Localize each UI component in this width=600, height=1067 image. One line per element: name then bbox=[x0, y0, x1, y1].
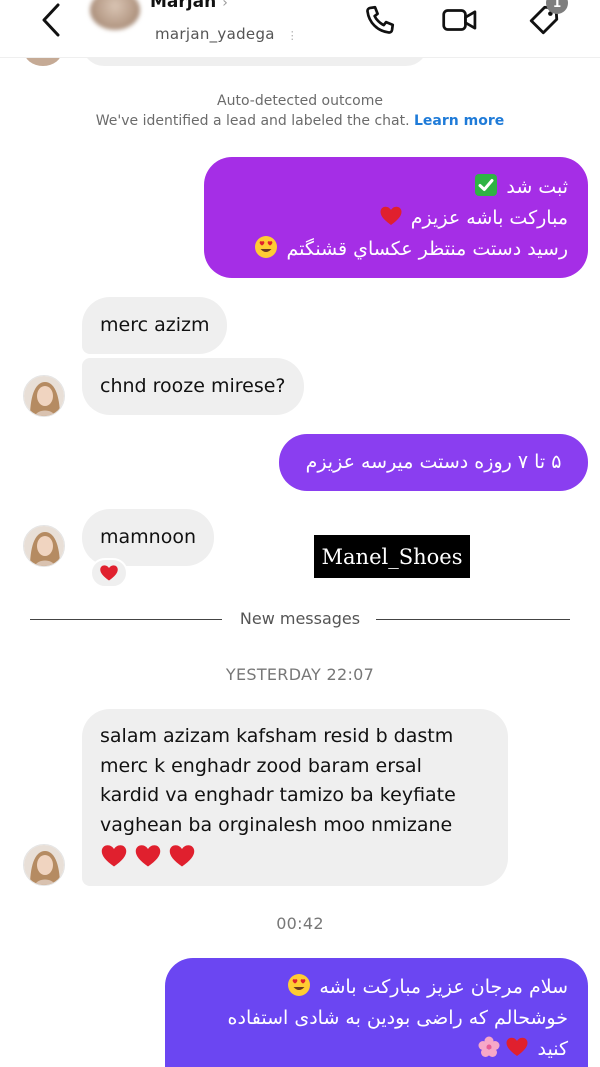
heart-emoji-icon bbox=[505, 1035, 529, 1059]
divider-line bbox=[30, 619, 222, 620]
message-line: رسید دستت منتظر عکساي قشنگتم bbox=[222, 234, 568, 265]
contact-handle[interactable]: marjan_yadega ⋮ bbox=[155, 25, 298, 43]
voice-call-button[interactable] bbox=[358, 0, 402, 40]
learn-more-link[interactable]: Learn more bbox=[414, 113, 504, 129]
message-line: kardid va enghadr tamizo ba keyfiate bbox=[100, 784, 456, 806]
timestamp: 00:42 bbox=[276, 914, 324, 933]
contact-name[interactable]: Marjan › bbox=[150, 0, 228, 12]
heart-emoji-icon bbox=[169, 844, 195, 866]
heart-eyes-emoji-icon bbox=[254, 235, 278, 259]
message-bubble-incoming[interactable]: chnd rooze mirese? bbox=[82, 358, 304, 415]
back-arrow-icon bbox=[42, 3, 60, 37]
message-bubble-outgoing[interactable]: ۵ تا ۷ روزه دستت میرسه عزیزم bbox=[279, 434, 588, 491]
heart-emoji-icon bbox=[101, 844, 127, 866]
phone-icon bbox=[366, 5, 395, 34]
heart-eyes-emoji-icon bbox=[287, 973, 311, 997]
more-dots-icon: ⋮ bbox=[286, 29, 299, 42]
contact-avatar[interactable] bbox=[90, 0, 140, 30]
message-line: vaghean ba orginalesh moo nmizane bbox=[100, 813, 453, 836]
heart-emoji-icon bbox=[135, 844, 161, 866]
message-bubble-outgoing[interactable]: سلام مرجان عزیز مبارکت باشه خوشحالم که ر… bbox=[165, 958, 588, 1067]
message-bubble-incoming[interactable]: salam azizam kafsham resid b dastm merc … bbox=[82, 709, 508, 886]
message-bubble-outgoing[interactable]: ثبت شد مبارکت باشه عزیزم رسید دستت منتظر… bbox=[204, 157, 588, 278]
message-line: مبارکت باشه عزیزم bbox=[222, 203, 568, 234]
video-call-button[interactable] bbox=[438, 0, 482, 40]
message-line: salam azizam kafsham resid b dastm bbox=[100, 725, 454, 747]
check-emoji-icon bbox=[474, 173, 498, 197]
message-bubble-incoming[interactable]: merc azizm bbox=[82, 297, 228, 354]
heart-emoji-icon bbox=[379, 204, 403, 228]
message-line: merc k enghadr zood baram ersal bbox=[100, 754, 422, 777]
notice-text: We've identified a lead and labeled the … bbox=[95, 113, 505, 129]
new-messages-divider: New messages bbox=[239, 609, 361, 628]
timestamp: YESTERDAY 22:07 bbox=[225, 665, 375, 684]
message-line: ثبت شد bbox=[222, 172, 568, 203]
chevron-right-icon: › bbox=[222, 0, 228, 11]
video-camera-icon bbox=[442, 9, 477, 31]
watermark-label: Manel_Shoes bbox=[314, 535, 470, 578]
heart-emoji-icon bbox=[100, 565, 118, 581]
divider-line bbox=[376, 619, 570, 620]
cherry-blossom-emoji-icon bbox=[477, 1035, 501, 1059]
message-line: سلام مرجان عزیز مبارکت باشه bbox=[183, 972, 568, 1003]
sender-avatar[interactable] bbox=[23, 844, 65, 886]
message-line: کنید bbox=[183, 1034, 568, 1065]
message-emoji-line bbox=[100, 840, 490, 871]
message-reaction[interactable] bbox=[90, 558, 128, 588]
sender-avatar[interactable] bbox=[23, 525, 65, 567]
back-button[interactable] bbox=[30, 0, 72, 40]
chat-header: Marjan › marjan_yadega ⋮ 1 bbox=[0, 0, 600, 58]
notice-title: Auto-detected outcome bbox=[217, 93, 383, 109]
sender-avatar[interactable] bbox=[23, 375, 65, 417]
message-line: خوشحالم که راضی بودین به شادی استفاده bbox=[227, 1007, 568, 1029]
label-tag-button[interactable]: 1 bbox=[522, 0, 568, 40]
